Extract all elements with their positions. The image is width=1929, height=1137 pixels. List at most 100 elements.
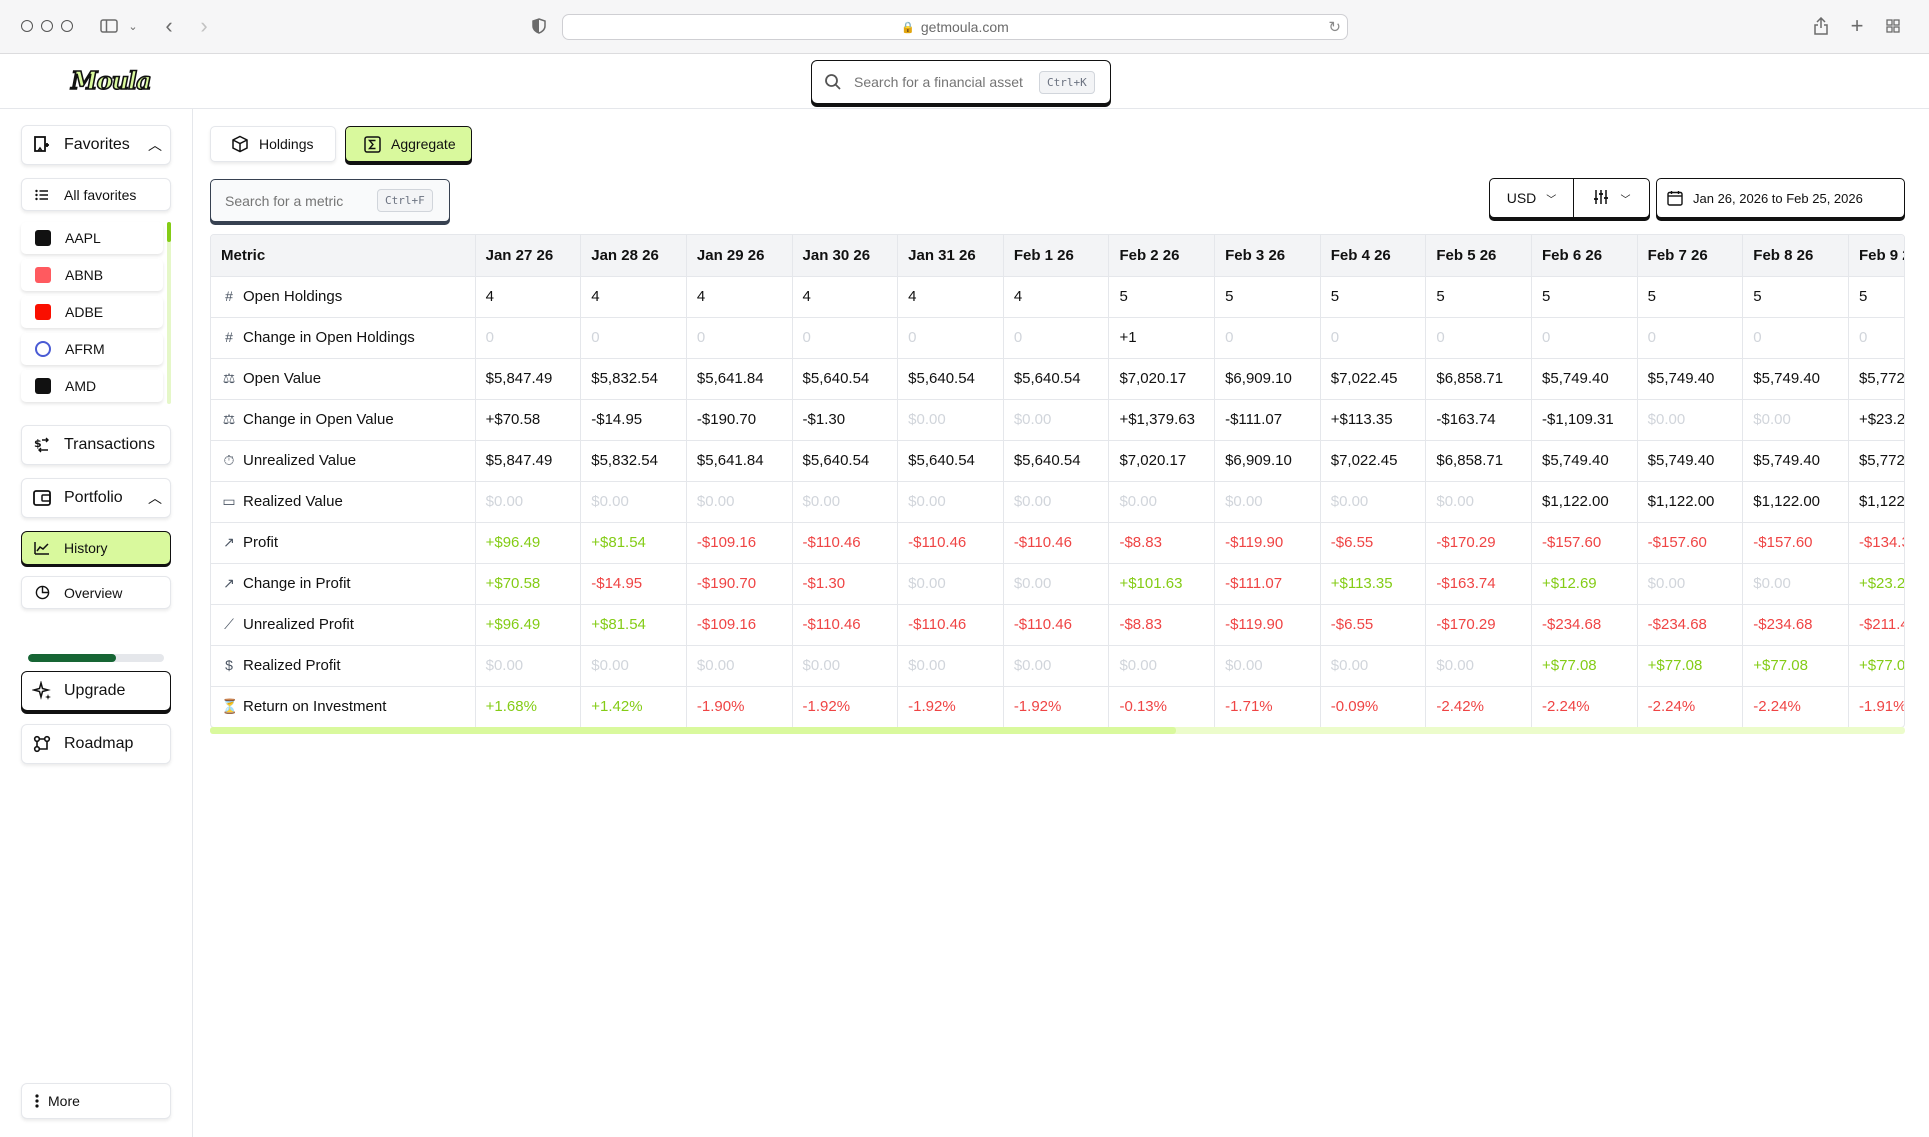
favorites-section-toggle[interactable]: Favorites ︿ [21,125,171,165]
metrics-table-container[interactable]: Metric Jan 27 26 Jan 28 26 Jan 29 26 Jan 30 … [210,234,1905,728]
share-icon[interactable] [1810,15,1832,37]
metric-name: Change in Profit [243,575,351,592]
zoom-window-button[interactable] [61,20,73,32]
favorite-item-amd[interactable]: AMD [21,370,163,402]
forward-arrow-icon[interactable]: › [193,13,215,38]
nav-transactions[interactable]: $ Transactions [21,425,171,465]
favorite-ticker: AAPL [65,230,101,246]
column-header-date[interactable]: Jan 31 26 [897,235,1004,277]
column-header-date[interactable]: Feb 5 26 [1425,235,1533,277]
column-header-date[interactable]: Feb 1 26 [1003,235,1110,277]
reload-icon[interactable]: ↻ [1328,18,1341,36]
columns-settings-button[interactable]: ﹀ [1574,179,1649,217]
favorites-scrollbar[interactable] [167,222,171,404]
history-chart-icon [32,538,52,558]
date-range-text: Jan 26, 2026 to Feb 25, 2026 [1693,190,1863,206]
table-header-row: Metric Jan 27 26 Jan 28 26 Jan 29 26 Jan 30 … [211,235,1904,277]
close-window-button[interactable] [21,20,33,32]
metric-icon: ⚖ [222,411,236,427]
column-header-date[interactable]: Feb 3 26 [1214,235,1321,277]
table-cell: $1,122.00 [1742,481,1849,523]
currency-select[interactable]: USD ﹀ [1490,179,1574,217]
date-range-picker[interactable]: Jan 26, 2026 to Feb 25, 2026 [1656,178,1905,218]
tab-holdings[interactable]: Holdings [210,126,336,162]
column-header-date[interactable]: Feb 2 26 [1108,235,1216,277]
table-cell: 4 [897,276,1004,318]
table-cell: -2.24% [1637,686,1744,727]
table-cell: +$70.58 [475,399,582,441]
table-cell: -$6.55 [1320,522,1427,564]
column-header-date[interactable]: Feb 4 26 [1320,235,1427,277]
table-cell: +1.42% [580,686,687,727]
nav-history[interactable]: History [21,531,171,565]
asset-search-box[interactable]: Ctrl+K [811,60,1111,104]
table-cell: $5,847.49 [475,440,582,482]
chevron-up-icon: ︿ [148,137,162,153]
metric-name: Realized Profit [243,657,341,674]
metric-icon: ↗ [223,575,235,591]
upgrade-button[interactable]: Upgrade [21,671,171,711]
favorite-item-afrm[interactable]: AFRM [21,333,163,365]
tab-aggregate[interactable]: Aggregate [345,126,472,162]
moula-logo[interactable]: Moula [70,65,152,96]
back-arrow-icon[interactable]: ‹ [158,13,180,38]
column-header-date[interactable]: Feb 6 26 [1531,235,1638,277]
table-cell: -$170.29 [1425,522,1533,564]
metric-name: Unrealized Value [243,452,357,469]
favorite-item-aapl[interactable]: AAPL [21,222,163,254]
nav-overview[interactable]: Overview [21,576,171,609]
column-header-date[interactable]: Feb 7 26 [1637,235,1744,277]
table-cell: 0 [792,317,899,359]
table-cell: -$119.90 [1214,522,1321,564]
table-cell: $0.00 [1003,399,1110,441]
table-cell: $7,022.45 [1320,440,1427,482]
table-cell: $0.00 [792,481,899,523]
table-cell: $0.00 [1320,645,1427,687]
table-cell: -1.92% [1003,686,1110,727]
column-header-date[interactable]: Jan 28 26 [580,235,687,277]
all-favorites-item[interactable]: All favorites [21,178,171,211]
column-header-metric[interactable]: Metric [211,235,476,277]
metric-search-input[interactable] [225,192,375,209]
sidebar-toggle-icon[interactable] [98,15,120,37]
table-cell: $5,749.40 [1742,358,1849,400]
table-cell: $5,641.84 [686,440,793,482]
more-label: More [48,1093,80,1109]
table-cell: -$109.16 [686,522,793,564]
table-row: ▭ Realized Value $0.00 $0.00 $0.00 $0.00 $0.00… [211,481,1904,523]
metric-name-cell: # Open Holdings [211,276,476,318]
minimize-window-button[interactable] [41,20,53,32]
favorite-item-abnb[interactable]: ABNB [21,259,163,291]
sigma-icon [363,135,381,153]
column-header-date[interactable]: Feb 9 26 [1848,235,1904,277]
privacy-shield-icon[interactable] [528,15,550,37]
table-cell: -1.91% [1848,686,1904,727]
table-cell: -$110.46 [1003,604,1110,646]
tab-overview-icon[interactable] [1882,15,1904,37]
address-bar[interactable]: 🔒 getmoula.com ↻ [562,14,1348,40]
metric-search-box[interactable]: Ctrl+F [210,179,450,222]
metric-name: Realized Value [243,493,343,510]
table-cell: -2.24% [1531,686,1638,727]
metric-icon: ⟋ [224,616,234,632]
affirm-logo-icon [35,341,51,357]
column-header-date[interactable]: Jan 27 26 [475,235,582,277]
favorite-item-adbe[interactable]: ADBE [21,296,163,328]
table-cell: $7,022.45 [1320,358,1427,400]
column-header-date[interactable]: Feb 8 26 [1742,235,1849,277]
url-text: getmoula.com [920,19,1009,35]
column-header-date[interactable]: Jan 29 26 [686,235,793,277]
more-button[interactable]: More [21,1083,171,1119]
column-header-date[interactable]: Jan 30 26 [792,235,899,277]
favorites-list: AAPL ABNB ADBE AFRM AMD [21,222,171,516]
table-horizontal-scrollbar[interactable] [210,727,1905,734]
portfolio-section-toggle[interactable]: Portfolio ︿ [21,478,171,518]
table-cell: $5,641.84 [686,358,793,400]
table-cell: $1,122.00 [1637,481,1744,523]
asset-search-input[interactable] [854,74,1039,90]
table-cell: -$234.68 [1637,604,1744,646]
nav-roadmap[interactable]: Roadmap [21,724,171,764]
table-cell: $0.00 [1003,563,1110,605]
new-tab-icon[interactable]: + [1846,13,1868,38]
chevron-down-icon[interactable]: ⌄ [122,15,144,37]
